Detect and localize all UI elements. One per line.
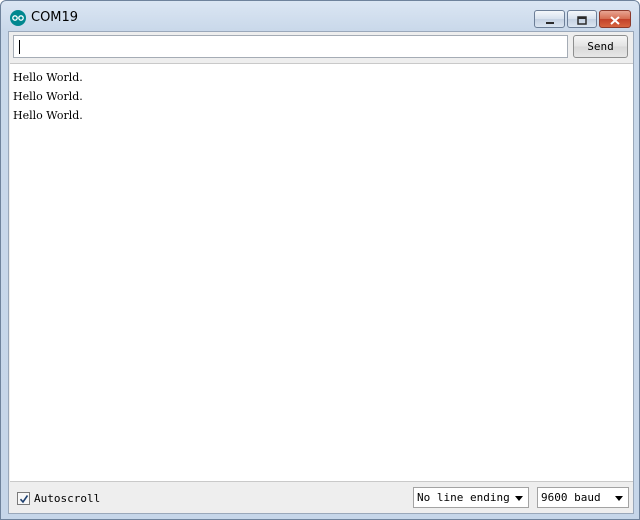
- baud-rate-select[interactable]: 9600 baud: [537, 487, 629, 508]
- serial-output[interactable]: Hello World. Hello World. Hello World.: [10, 63, 633, 482]
- window-title: COM19: [31, 10, 79, 25]
- serial-monitor-window: COM19 Send Hello World. Hello World. Hel…: [0, 0, 640, 520]
- serial-monitor-body: Send Hello World. Hello World. Hello Wor…: [8, 31, 634, 514]
- title-bar[interactable]: COM19: [1, 1, 639, 31]
- minimize-icon: [545, 10, 555, 29]
- output-line: Hello World.: [13, 71, 83, 84]
- output-line: Hello World.: [13, 109, 83, 122]
- autoscroll-checkbox[interactable]: [17, 492, 30, 505]
- output-line: Hello World.: [13, 90, 83, 103]
- close-button[interactable]: [599, 10, 631, 28]
- dropdown-arrow-icon: [615, 496, 623, 501]
- send-input[interactable]: [13, 35, 568, 58]
- line-ending-select[interactable]: No line ending: [413, 487, 529, 508]
- text-caret: [19, 40, 20, 54]
- footer-bar: Autoscroll No line ending 9600 baud: [9, 483, 633, 513]
- maximize-icon: [577, 10, 587, 29]
- minimize-button[interactable]: [534, 10, 565, 28]
- baud-rate-value: 9600 baud: [541, 491, 601, 504]
- dropdown-arrow-icon: [515, 496, 523, 501]
- send-button[interactable]: Send: [573, 35, 628, 58]
- checkmark-icon: [19, 489, 29, 508]
- maximize-button[interactable]: [567, 10, 597, 28]
- arduino-icon: [10, 10, 26, 26]
- autoscroll-label: Autoscroll: [34, 492, 101, 505]
- line-ending-value: No line ending: [417, 491, 510, 504]
- close-icon: [610, 10, 620, 29]
